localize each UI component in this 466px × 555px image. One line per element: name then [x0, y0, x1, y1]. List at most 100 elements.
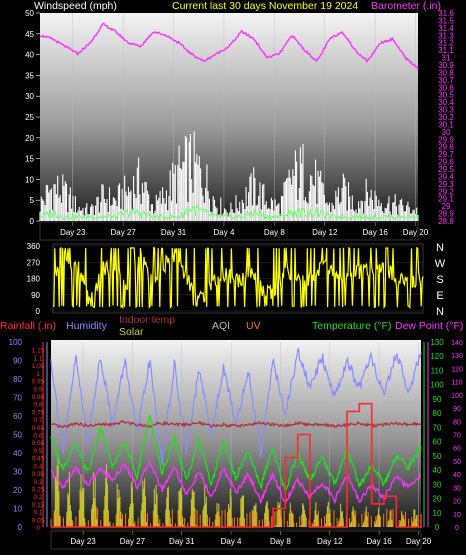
wind-x-tick-label: Day 31 — [161, 228, 187, 237]
direction-tick-label: 270 — [27, 258, 41, 267]
temperature-x-tick-label: Day 8 — [270, 537, 291, 546]
rainfall-tick-label: 0.7 — [33, 417, 42, 424]
direction-tick-label: 0 — [36, 307, 41, 316]
temperature-tick-label: 20 — [433, 495, 442, 504]
wind-x-tick-label: Day 12 — [312, 228, 338, 237]
compass-label-e: E — [436, 290, 443, 302]
rainfall-label: Rainfall (.in) — [0, 320, 56, 332]
rainfall-tick-label: 0.9 — [33, 386, 42, 393]
humidity-tick-label: 30 — [13, 468, 22, 477]
wind-x-tick-label: Day 23 — [60, 228, 86, 237]
temperature-tick-label: 70 — [433, 423, 442, 432]
rainfall-tick-label: 1.1 — [33, 355, 42, 362]
temperature-tick-label: 30 — [433, 480, 442, 489]
rainfall-tick-label: 1.05 — [32, 363, 45, 370]
windspeed-tick-label: 40 — [25, 51, 34, 60]
temperature-x-tick-label: Day 27 — [120, 537, 146, 546]
rainfall-tick-label: 1 — [36, 371, 40, 378]
rainfall-tick-label: 0.1 — [33, 510, 42, 517]
rainfall-tick-label: 0.45 — [32, 456, 45, 463]
humidity-tick-label: 10 — [13, 505, 22, 514]
dew-point-tick-label: 80 — [453, 419, 461, 426]
windspeed-tick-label: 15 — [25, 155, 34, 164]
humidity-label: Humidity — [66, 320, 108, 332]
dew-point-tick-label: 20 — [453, 499, 461, 506]
windspeed-tick-label: 5 — [30, 196, 35, 205]
rainfall-tick-label: 0.4 — [33, 463, 42, 470]
rainfall-tick-label: 0.65 — [32, 425, 45, 432]
rainfall-tick-label: 0.35 — [32, 471, 45, 478]
windspeed-tick-label: 25 — [25, 113, 34, 122]
rainfall-tick-label: 0.2 — [33, 494, 42, 501]
temperature-label: Temperature (°F) — [312, 320, 391, 332]
rainfall-tick-label: 0.3 — [33, 479, 42, 486]
dew-point-tick-label: 130 — [451, 353, 463, 360]
humidity-tick-label: 60 — [13, 412, 22, 421]
compass-label-n-bottom: N — [436, 306, 444, 318]
temperature-x-tick-label: Day 31 — [169, 537, 195, 546]
dew-point-label: Dew Point (°F) — [395, 320, 463, 332]
barometer-label: Barometer (.in) — [371, 0, 441, 12]
rainfall-tick-label: 0.95 — [32, 379, 45, 386]
windspeed-label: Windspeed (mph) — [34, 0, 117, 12]
direction-tick-label: 360 — [27, 242, 41, 251]
temperature-x-tick-label: Day 16 — [366, 537, 392, 546]
dew-point-tick-label: 90 — [453, 406, 461, 413]
windspeed-axis: 0 5 10 15 20 25 30 35 40 45 50 — [25, 9, 40, 226]
temperature-x-tick-label: Day 12 — [317, 537, 343, 546]
indoor-temp-label: Indoor temp — [119, 314, 175, 326]
windspeed-tick-label: 30 — [25, 92, 34, 101]
windspeed-tick-label: 50 — [25, 9, 34, 18]
dew-point-tick-label: 30 — [453, 485, 461, 492]
wind-x-tick-label: Day 20 — [403, 228, 429, 237]
humidity-tick-label: 0 — [18, 523, 23, 532]
rainfall-tick-label: 0.6 — [33, 433, 42, 440]
rainfall-tick-label: 0.05 — [32, 517, 45, 524]
dew-point-tick-label: 50 — [453, 459, 461, 466]
chart-title: Current last 30 days November 19 2024 — [172, 0, 358, 12]
temperature-tick-label: 60 — [433, 438, 442, 447]
compass-label-s: S — [436, 274, 443, 286]
dew-point-tick-label: 40 — [453, 472, 461, 479]
temperature-tick-label: 100 — [430, 381, 444, 390]
rainfall-tick-label: 0.5 — [33, 448, 42, 455]
dew-point-tick-label: 10 — [453, 512, 461, 519]
dew-point-tick-label: 110 — [451, 380, 462, 387]
temperature-x-tick-label: Day 20 — [406, 537, 432, 546]
compass-label-w: W — [435, 258, 446, 270]
wind-x-tick-label: Day 8 — [264, 228, 285, 237]
dew-point-tick-label: 70 — [453, 433, 461, 440]
rainfall-tick-label: 0.25 — [32, 486, 45, 493]
compass-labels: N W S E N — [435, 242, 446, 318]
humidity-tick-label: 50 — [13, 431, 22, 440]
humidity-tick-label: 100 — [9, 338, 23, 347]
temperature-tick-label: 90 — [433, 395, 442, 404]
dew-point-tick-label: 100 — [451, 393, 463, 400]
temperature-tick-label: 40 — [433, 466, 442, 475]
rainfall-tick-label: 0.8 — [33, 402, 42, 409]
barometer-tick-label: 31.6 — [438, 9, 454, 18]
humidity-tick-label: 80 — [13, 375, 22, 384]
windspeed-tick-label: 45 — [25, 30, 34, 39]
wind-x-tick-label: Day 27 — [110, 228, 136, 237]
rainfall-tick-label: 1.15 — [32, 348, 45, 355]
temperature-tick-label: 120 — [430, 352, 444, 361]
wind-plot-area — [40, 13, 418, 221]
windspeed-tick-label: 10 — [25, 175, 34, 184]
direction-tick-label: 90 — [31, 291, 40, 300]
solar-label: Solar — [119, 326, 144, 338]
wind-x-tick-label: Day 4 — [214, 228, 235, 237]
uv-label: UV — [246, 320, 261, 332]
barometer-axis: 28.828.92929.129.229.329.429.529.629.729… — [438, 9, 454, 226]
humidity-tick-label: 90 — [13, 357, 22, 366]
compass-label-n-top: N — [436, 242, 444, 254]
windspeed-tick-label: 0 — [30, 217, 35, 226]
temperature-x-tick-label: Day 23 — [70, 537, 96, 546]
rainfall-tick-label: 0.15 — [32, 502, 45, 509]
temperature-tick-label: 130 — [430, 338, 444, 347]
humidity-tick-label: 70 — [13, 394, 22, 403]
dew-point-tick-label: 60 — [453, 446, 461, 453]
windspeed-tick-label: 35 — [25, 71, 34, 80]
humidity-tick-label: 40 — [13, 449, 22, 458]
temperature-tick-label: 50 — [433, 452, 442, 461]
